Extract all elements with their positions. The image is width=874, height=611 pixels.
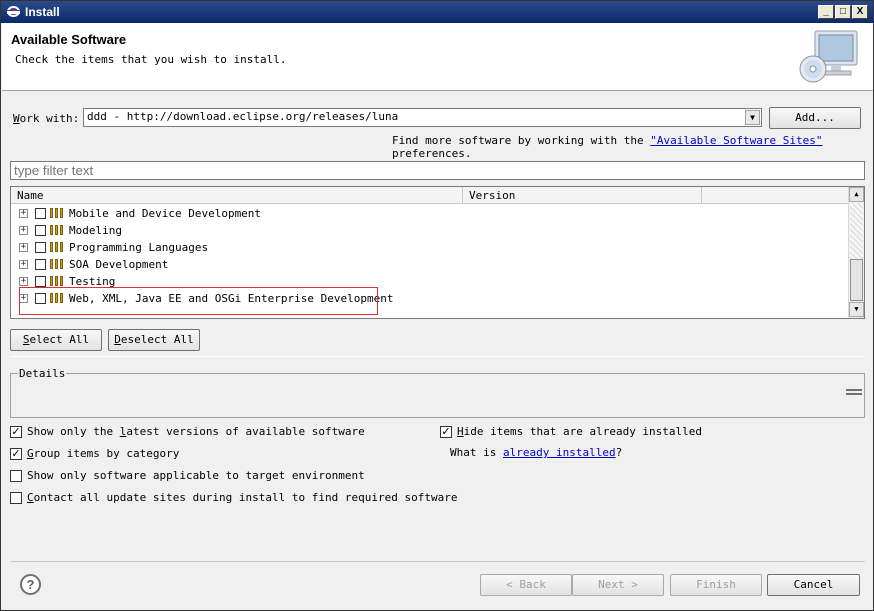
column-name[interactable]: Name <box>11 187 463 203</box>
row-label: SOA Development <box>69 258 169 271</box>
table-header: Name Version <box>11 187 849 204</box>
work-with-label: Work with: <box>13 112 80 125</box>
work-with-value: ddd - http://download.eclipse.org/releas… <box>87 110 399 123</box>
install-cd-icon <box>799 30 858 83</box>
checkbox-label: Hide items that are already installed <box>457 425 703 438</box>
scroll-track[interactable] <box>850 203 863 259</box>
checkbox-label: Contact all update sites during install … <box>27 491 458 504</box>
expand-icon[interactable]: + <box>19 209 28 218</box>
expand-icon[interactable]: + <box>19 243 28 252</box>
row-checkbox[interactable] <box>35 242 46 253</box>
eclipse-icon <box>7 6 20 17</box>
category-icon <box>50 208 66 219</box>
column-version[interactable]: Version <box>463 187 702 203</box>
maximize-button[interactable]: □ <box>835 5 851 19</box>
checkbox-box[interactable] <box>10 492 22 504</box>
details-group: Details <box>10 367 865 418</box>
help-icon[interactable]: ? <box>20 574 41 595</box>
tree-row[interactable]: + Mobile and Device Development <box>11 205 849 222</box>
page-description: Check the items that you wish to install… <box>15 53 287 66</box>
dropdown-arrow-icon[interactable]: ▼ <box>745 110 760 125</box>
scroll-thumb[interactable] <box>850 259 863 301</box>
checkbox-box[interactable]: ✓ <box>10 448 22 460</box>
sites-hint: Find more software by working with the "… <box>392 134 823 160</box>
already-installed-link[interactable]: already installed <box>503 446 616 459</box>
annotation-highlight-box <box>19 287 378 315</box>
wizard-header: Available Software Check the items that … <box>2 23 873 91</box>
available-software-sites-link[interactable]: "Available Software Sites" <box>650 134 822 147</box>
install-dialog: Install _ □ X Available Software Check t… <box>0 0 874 611</box>
category-icon <box>50 276 66 287</box>
expand-icon[interactable]: + <box>19 226 28 235</box>
row-label: Modeling <box>69 224 122 237</box>
cancel-button[interactable]: Cancel <box>767 574 860 596</box>
tree-row[interactable]: + Programming Languages <box>11 239 849 256</box>
expand-icon[interactable]: + <box>19 277 28 286</box>
row-label: Programming Languages <box>69 241 209 254</box>
add-site-button[interactable]: Add... <box>769 107 861 129</box>
window-title: Install <box>25 5 60 19</box>
checkbox-box[interactable]: ✓ <box>440 426 452 438</box>
next-button[interactable]: Next > <box>572 574 664 596</box>
title-bar: Install _ □ X <box>1 1 873 23</box>
row-checkbox[interactable] <box>35 208 46 219</box>
checkbox-label: Group items by category <box>27 447 180 460</box>
scroll-down-icon[interactable]: ▼ <box>849 302 864 317</box>
minimize-button[interactable]: _ <box>818 5 834 19</box>
work-with-combo[interactable]: ddd - http://download.eclipse.org/releas… <box>83 108 762 127</box>
scroll-up-icon[interactable]: ▲ <box>849 187 864 202</box>
category-icon <box>50 242 66 253</box>
checkbox-label: Show only software applicable to target … <box>27 469 365 482</box>
finish-button[interactable]: Finish <box>670 574 762 596</box>
checkbox-label: Show only the latest versions of availab… <box>27 425 365 438</box>
close-button[interactable]: X <box>852 5 868 19</box>
select-all-button[interactable]: Select All <box>10 329 102 351</box>
tree-row[interactable]: + Modeling <box>11 222 849 239</box>
page-title: Available Software <box>11 32 127 47</box>
row-checkbox[interactable] <box>35 276 46 287</box>
details-legend: Details <box>18 367 67 380</box>
tree-scrollbar[interactable]: ▲ ▼ <box>848 187 864 318</box>
category-icon <box>50 225 66 236</box>
category-icon <box>50 259 66 270</box>
what-is-installed: What is already installed? <box>450 446 623 459</box>
tree-row[interactable]: + SOA Development <box>11 256 849 273</box>
separator <box>10 356 865 357</box>
row-checkbox[interactable] <box>35 225 46 236</box>
filter-input[interactable] <box>10 161 865 180</box>
deselect-all-button[interactable]: Deselect All <box>108 329 200 351</box>
row-label: Mobile and Device Development <box>69 207 262 220</box>
checkbox-box[interactable] <box>10 470 22 482</box>
software-tree: Name Version + Mobile and Device Develop… <box>10 186 865 319</box>
sash-handle-icon[interactable] <box>846 387 862 399</box>
back-button[interactable]: < Back <box>480 574 572 596</box>
footer-separator <box>10 561 865 562</box>
checkbox-box[interactable]: ✓ <box>10 426 22 438</box>
row-checkbox[interactable] <box>35 259 46 270</box>
expand-icon[interactable]: + <box>19 260 28 269</box>
